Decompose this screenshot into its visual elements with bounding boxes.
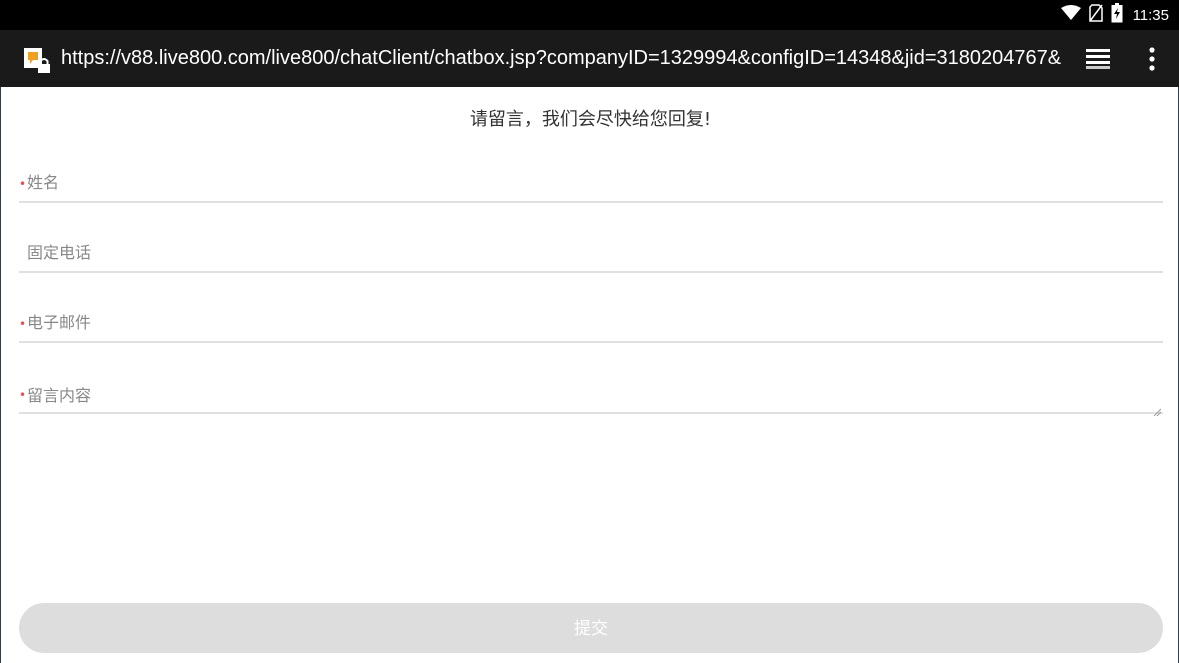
status-bar: 11:35: [0, 0, 1179, 30]
page-title: 请留言，我们会尽快给您回复!: [469, 109, 712, 130]
phone-input[interactable]: [27, 233, 1157, 271]
site-favicon-icon: [22, 46, 52, 76]
required-mark: •: [19, 177, 27, 191]
status-time: 11:35: [1132, 6, 1169, 24]
submit-button[interactable]: 提交: [19, 603, 1163, 653]
email-input[interactable]: [27, 303, 1157, 341]
message-textarea[interactable]: [27, 374, 1157, 412]
resize-grip-icon[interactable]: [1153, 401, 1162, 417]
overflow-menu-icon[interactable]: [1140, 44, 1164, 74]
no-sim-icon: [1088, 4, 1103, 26]
tabs-icon[interactable]: [1082, 46, 1114, 72]
name-field: •: [19, 163, 1163, 203]
phone-field: [19, 233, 1163, 273]
browser-toolbar: https://v88.live800.com/live800/chatClie…: [0, 30, 1179, 87]
email-field: •: [19, 303, 1163, 343]
status-icons: 11:35: [1060, 0, 1169, 30]
required-mark: •: [19, 317, 27, 331]
name-input[interactable]: [27, 163, 1157, 201]
address-bar-url[interactable]: https://v88.live800.com/live800/chatClie…: [61, 30, 1063, 87]
wifi-icon: [1060, 5, 1081, 25]
message-field: •: [19, 374, 1163, 417]
message-form-page: 请留言，我们会尽快给您回复! • • • 提交: [0, 87, 1179, 663]
battery-charging-icon: [1111, 3, 1123, 27]
required-mark: •: [19, 388, 27, 402]
screen: 11:35 https://v88.live800.com/live800/ch…: [0, 0, 1179, 663]
